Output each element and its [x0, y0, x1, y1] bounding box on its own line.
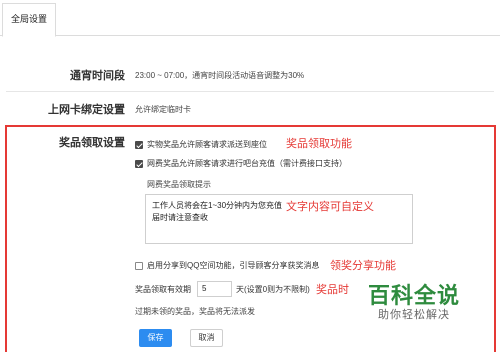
share-checkbox[interactable] — [135, 261, 143, 270]
online-period-label: 通宵时间段 — [70, 70, 125, 82]
share-text: 启用分享到QQ空间功能，引导顾客分享获奖消息 — [147, 261, 320, 270]
physical-prize-option[interactable]: 实物奖品允许顾客请求派送到座位 — [135, 139, 267, 150]
watermark-sub: 助你轻松解决 — [378, 309, 450, 321]
online-period-row: 通宵时间段 23:00 ~ 07:00，通宵时间段活动语音调整为30% — [0, 62, 500, 86]
expire-days-input[interactable]: 5 — [197, 281, 232, 297]
physical-prize-text: 实物奖品允许顾客请求派送到座位 — [147, 140, 267, 149]
save-button[interactable]: 保存 — [139, 329, 172, 347]
online-prize-checkbox[interactable] — [135, 159, 143, 168]
tip-title: 网费奖品领取提示 — [147, 180, 211, 189]
annotation-prize-feature: 奖品领取功能 — [286, 138, 352, 150]
tab-bar: 全局设置 — [0, 0, 500, 37]
expire-note: 过期未领的奖品，奖品将无法派发 — [135, 307, 255, 316]
watermark-logo: 百科全说 助你轻松解决 — [352, 276, 476, 330]
physical-prize-checkbox[interactable] — [135, 140, 143, 149]
card-binding-label: 上网卡绑定设置 — [48, 104, 125, 116]
annotation-expire-feature: 奖品时 — [316, 284, 349, 296]
expire-row: 奖品领取有效期 5 天(设置0则为不限制) — [135, 281, 310, 297]
row-divider — [6, 91, 494, 92]
online-period-value: 23:00 ~ 07:00，通宵时间段活动语音调整为30% — [135, 71, 305, 80]
card-binding-row: 上网卡绑定设置 允许绑定临时卡 — [0, 96, 500, 120]
annotation-share-feature: 领奖分享功能 — [330, 260, 396, 272]
tab-global-settings[interactable]: 全局设置 — [2, 3, 57, 37]
share-option[interactable]: 启用分享到QQ空间功能，引导顾客分享获奖消息 — [135, 260, 319, 271]
online-prize-text: 网费奖品允许顾客请求进行吧台充值（需计费接口支持） — [147, 159, 347, 168]
card-binding-value: 允许绑定临时卡 — [135, 105, 191, 114]
cancel-button[interactable]: 取消 — [190, 329, 223, 347]
online-prize-option[interactable]: 网费奖品允许顾客请求进行吧台充值（需计费接口支持） — [135, 158, 347, 169]
expire-label: 奖品领取有效期 — [135, 284, 191, 294]
prize-settings-label: 奖品领取设置 — [59, 137, 125, 149]
annotation-custom-text: 文字内容可自定义 — [286, 201, 374, 213]
expire-unit: 天(设置0则为不限制) — [236, 284, 310, 294]
